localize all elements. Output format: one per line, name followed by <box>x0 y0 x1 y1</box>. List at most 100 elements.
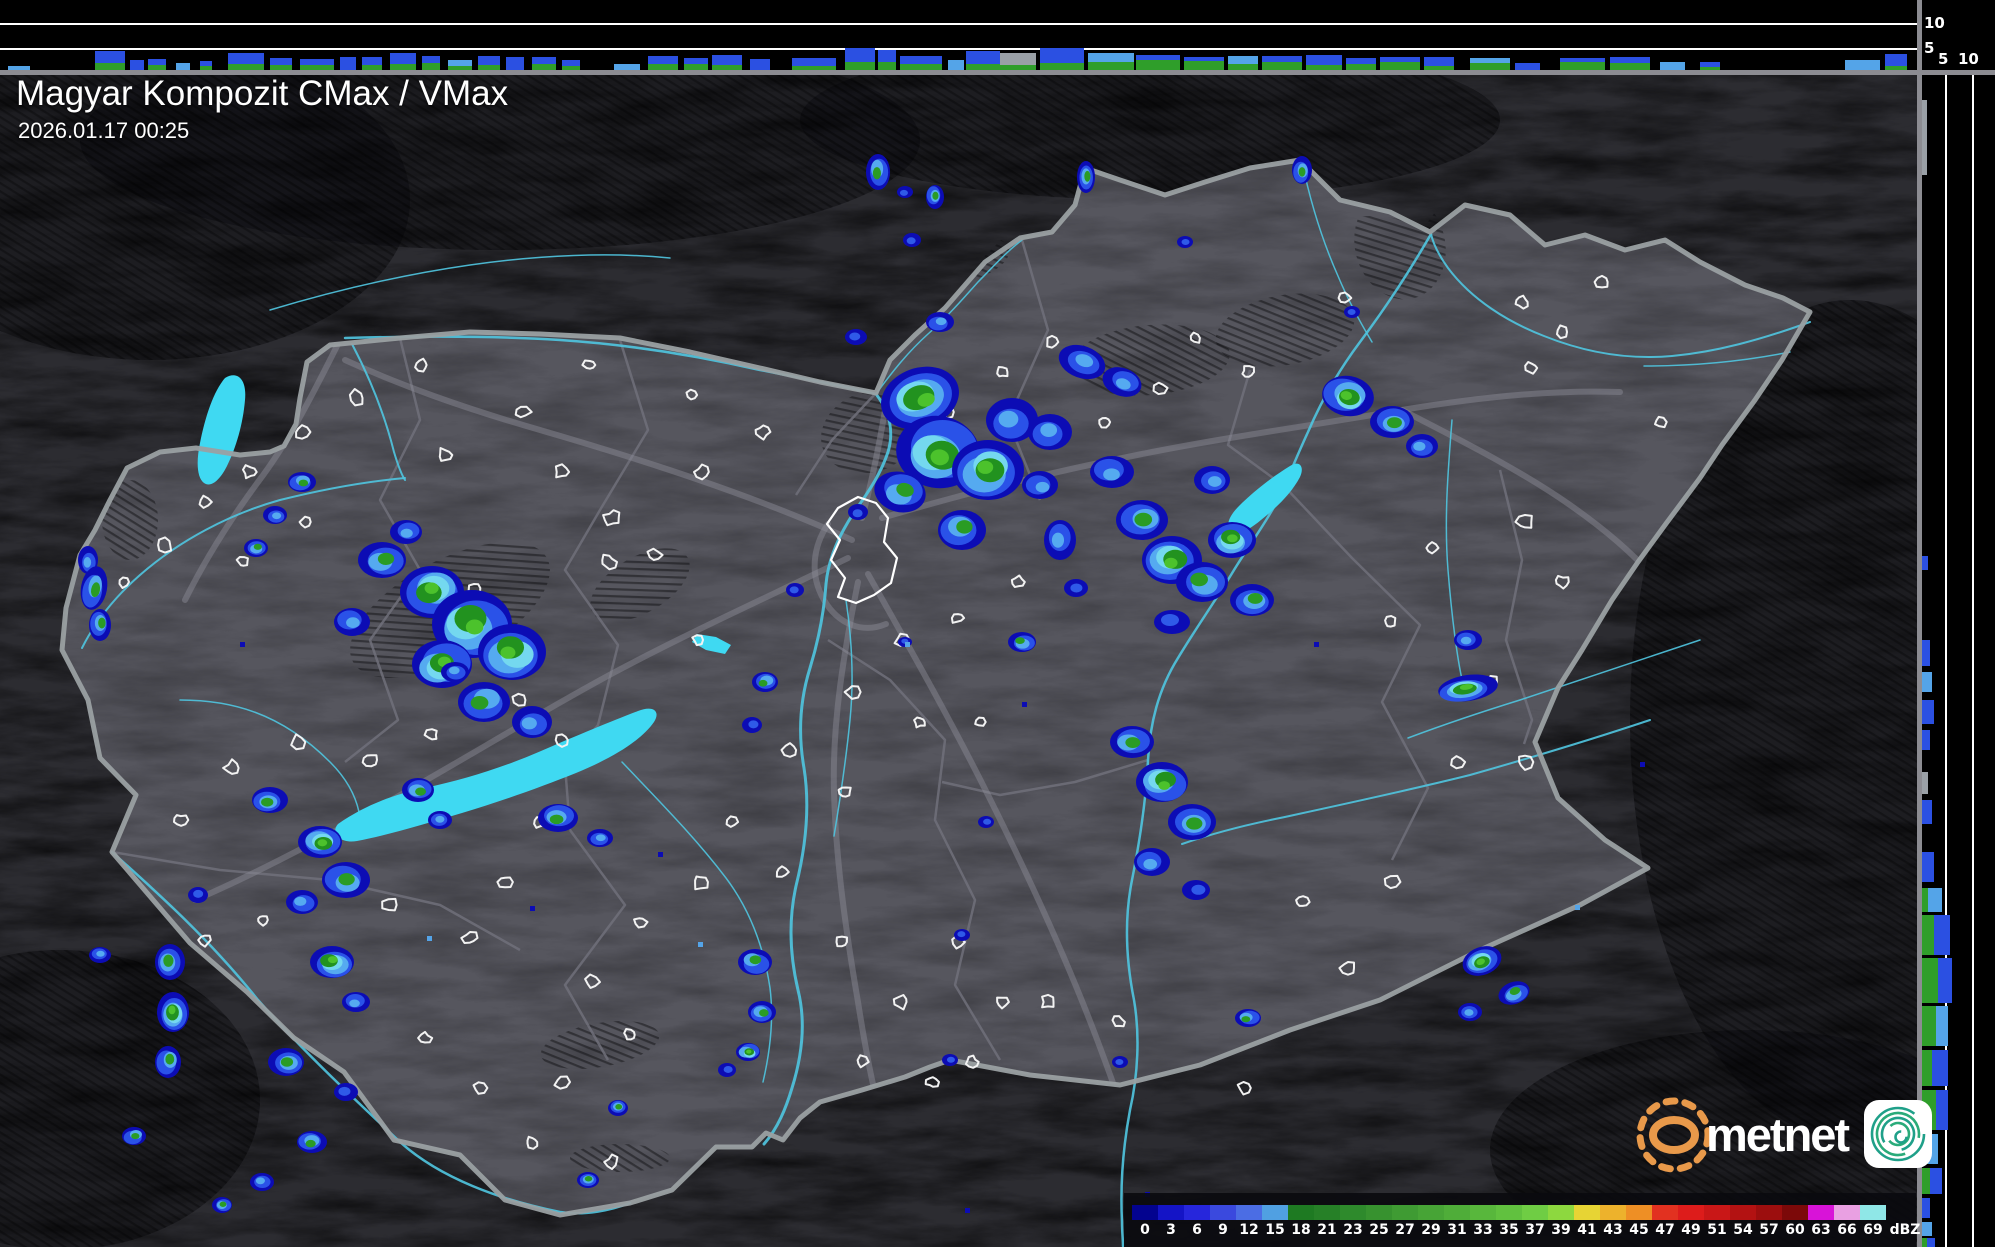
top-profile-bar <box>1424 57 1454 70</box>
colorbar-cell <box>1808 1205 1834 1220</box>
top-profile-bar <box>422 56 440 70</box>
colorbar-tick-label: 12 <box>1239 1222 1259 1238</box>
top-profile-bar <box>130 60 144 70</box>
colorbar-tick-label: 39 <box>1551 1222 1571 1238</box>
top-profile-bar <box>1346 58 1376 70</box>
colorbar-tick-label: 35 <box>1499 1222 1519 1238</box>
top-profile-bar <box>478 56 500 70</box>
top-profile-bar <box>300 59 334 70</box>
top-profile-bar <box>532 57 556 70</box>
top-profile-bar-green <box>1560 62 1605 70</box>
colorbar-cell <box>1600 1205 1626 1220</box>
colorbar-tick-label: 6 <box>1192 1222 1202 1238</box>
top-profile-bar <box>845 48 875 70</box>
colorbar-tick-label: 9 <box>1218 1222 1228 1238</box>
top-profile-bar <box>1040 48 1084 70</box>
top-profile-bar <box>900 56 942 70</box>
top-profile-bar <box>562 60 580 70</box>
colorbar-cell <box>1782 1205 1808 1220</box>
top-profile-bar <box>948 60 964 70</box>
colorbar-tick-label: 37 <box>1525 1222 1545 1238</box>
top-axis-label-10: 10 <box>1924 14 1945 32</box>
map-right-separator <box>1917 0 1922 1247</box>
colorbar-cell <box>1730 1205 1756 1220</box>
top-profile-bar-green <box>1380 62 1420 70</box>
timestamp: 2026.01.17 00:25 <box>18 118 190 143</box>
colorbar-tick-label: 15 <box>1265 1222 1285 1238</box>
colorbar-tick-label: 29 <box>1421 1222 1441 1238</box>
radar-composite-screen: 10 5 5 10 Magyar Kompozit CMax / VMax 20… <box>0 0 1995 1247</box>
colorbar-tick-label: 25 <box>1369 1222 1389 1238</box>
hungary-radar-map <box>0 70 1920 1247</box>
colorbar-cell <box>1444 1205 1470 1220</box>
top-profile-bar <box>362 57 382 70</box>
top-profile-bar <box>1610 57 1650 70</box>
top-profile-bar <box>1380 57 1420 70</box>
right-profile-bar <box>1922 730 1930 750</box>
top-profile-bar <box>1470 58 1510 70</box>
colorbar-cells <box>1132 1205 1886 1220</box>
top-profile-bar-green <box>95 63 125 70</box>
right-profile-bar-green <box>1922 888 1928 912</box>
right-profile-bar-green <box>1922 1238 1927 1247</box>
top-profile-bar-green <box>1088 62 1134 70</box>
top-profile-bar <box>1306 55 1342 70</box>
colorbar-cell <box>1262 1205 1288 1220</box>
colorbar-tick-label: 0 <box>1140 1222 1150 1238</box>
top-profile-bar <box>1000 53 1036 70</box>
right-profile-bar-green <box>1922 915 1934 955</box>
colorbar-tick-label: 21 <box>1317 1222 1337 1238</box>
colorbar-tick-label: 60 <box>1785 1222 1805 1238</box>
colorbar-tick-label: 51 <box>1707 1222 1727 1238</box>
top-profile-bar <box>1262 56 1302 70</box>
colorbar-cell <box>1834 1205 1860 1220</box>
colorbar-tick-label: 57 <box>1759 1222 1779 1238</box>
top-profile-bar <box>1184 57 1224 70</box>
right-profile-bar <box>1922 958 1952 1003</box>
top-profile-bar <box>1845 60 1880 70</box>
colorbar-cell <box>1496 1205 1522 1220</box>
top-profile-bar <box>1700 62 1720 70</box>
right-profile-bar <box>1922 1050 1948 1086</box>
colorbar-tick-label: 63 <box>1811 1222 1831 1238</box>
top-profile-bar <box>966 51 1000 70</box>
colorbar-cell <box>1366 1205 1392 1220</box>
top-profile-bar <box>95 51 125 70</box>
colorbar-cell <box>1132 1205 1158 1220</box>
top-profile-bar <box>148 59 166 70</box>
top-profile-bar <box>1088 53 1134 70</box>
colorbar-tick-label: 49 <box>1681 1222 1701 1238</box>
top-profile-bar <box>1660 62 1685 70</box>
colorbar-tick-label: 47 <box>1655 1222 1675 1238</box>
top-profile-strip <box>0 0 1917 70</box>
right-profile-bar <box>1922 640 1930 666</box>
top-profile-bar <box>448 60 472 70</box>
right-profile-bar <box>1922 700 1934 724</box>
top-profile-bar-green <box>1262 62 1302 70</box>
colorbar-tick-label: 31 <box>1447 1222 1467 1238</box>
colorbar-tick-label: 3 <box>1166 1222 1176 1238</box>
metnet-logo: metnet <box>1628 1094 1933 1174</box>
top-profile-bar <box>200 61 212 70</box>
top-profile-bar <box>1136 55 1180 70</box>
right-axis-label-10: 10 <box>1958 50 1979 68</box>
top-profile-bar <box>878 50 896 70</box>
right-profile-bar <box>1922 672 1932 692</box>
colorbar-cell <box>1158 1205 1184 1220</box>
colorbar-cell <box>1288 1205 1314 1220</box>
colorbar-cell <box>1626 1205 1652 1220</box>
dbz-unit-label: dBZ <box>1889 1222 1921 1238</box>
top-profile-bar <box>270 58 292 70</box>
colorbar-cell <box>1470 1205 1496 1220</box>
top-profile-bar <box>684 58 708 70</box>
logo-text: metnet <box>1706 1107 1850 1161</box>
top-profile-bar <box>228 53 264 70</box>
right-profile-bars <box>1922 0 1995 1247</box>
colorbar-cell <box>1340 1205 1366 1220</box>
colorbar-tick-label: 18 <box>1291 1222 1311 1238</box>
colorbar-tick-label: 54 <box>1733 1222 1753 1238</box>
right-profile-bar-green <box>1922 1006 1936 1046</box>
top-profile-bars <box>0 0 1917 70</box>
top-profile-bar <box>506 57 524 70</box>
top-profile-bar <box>390 53 416 70</box>
